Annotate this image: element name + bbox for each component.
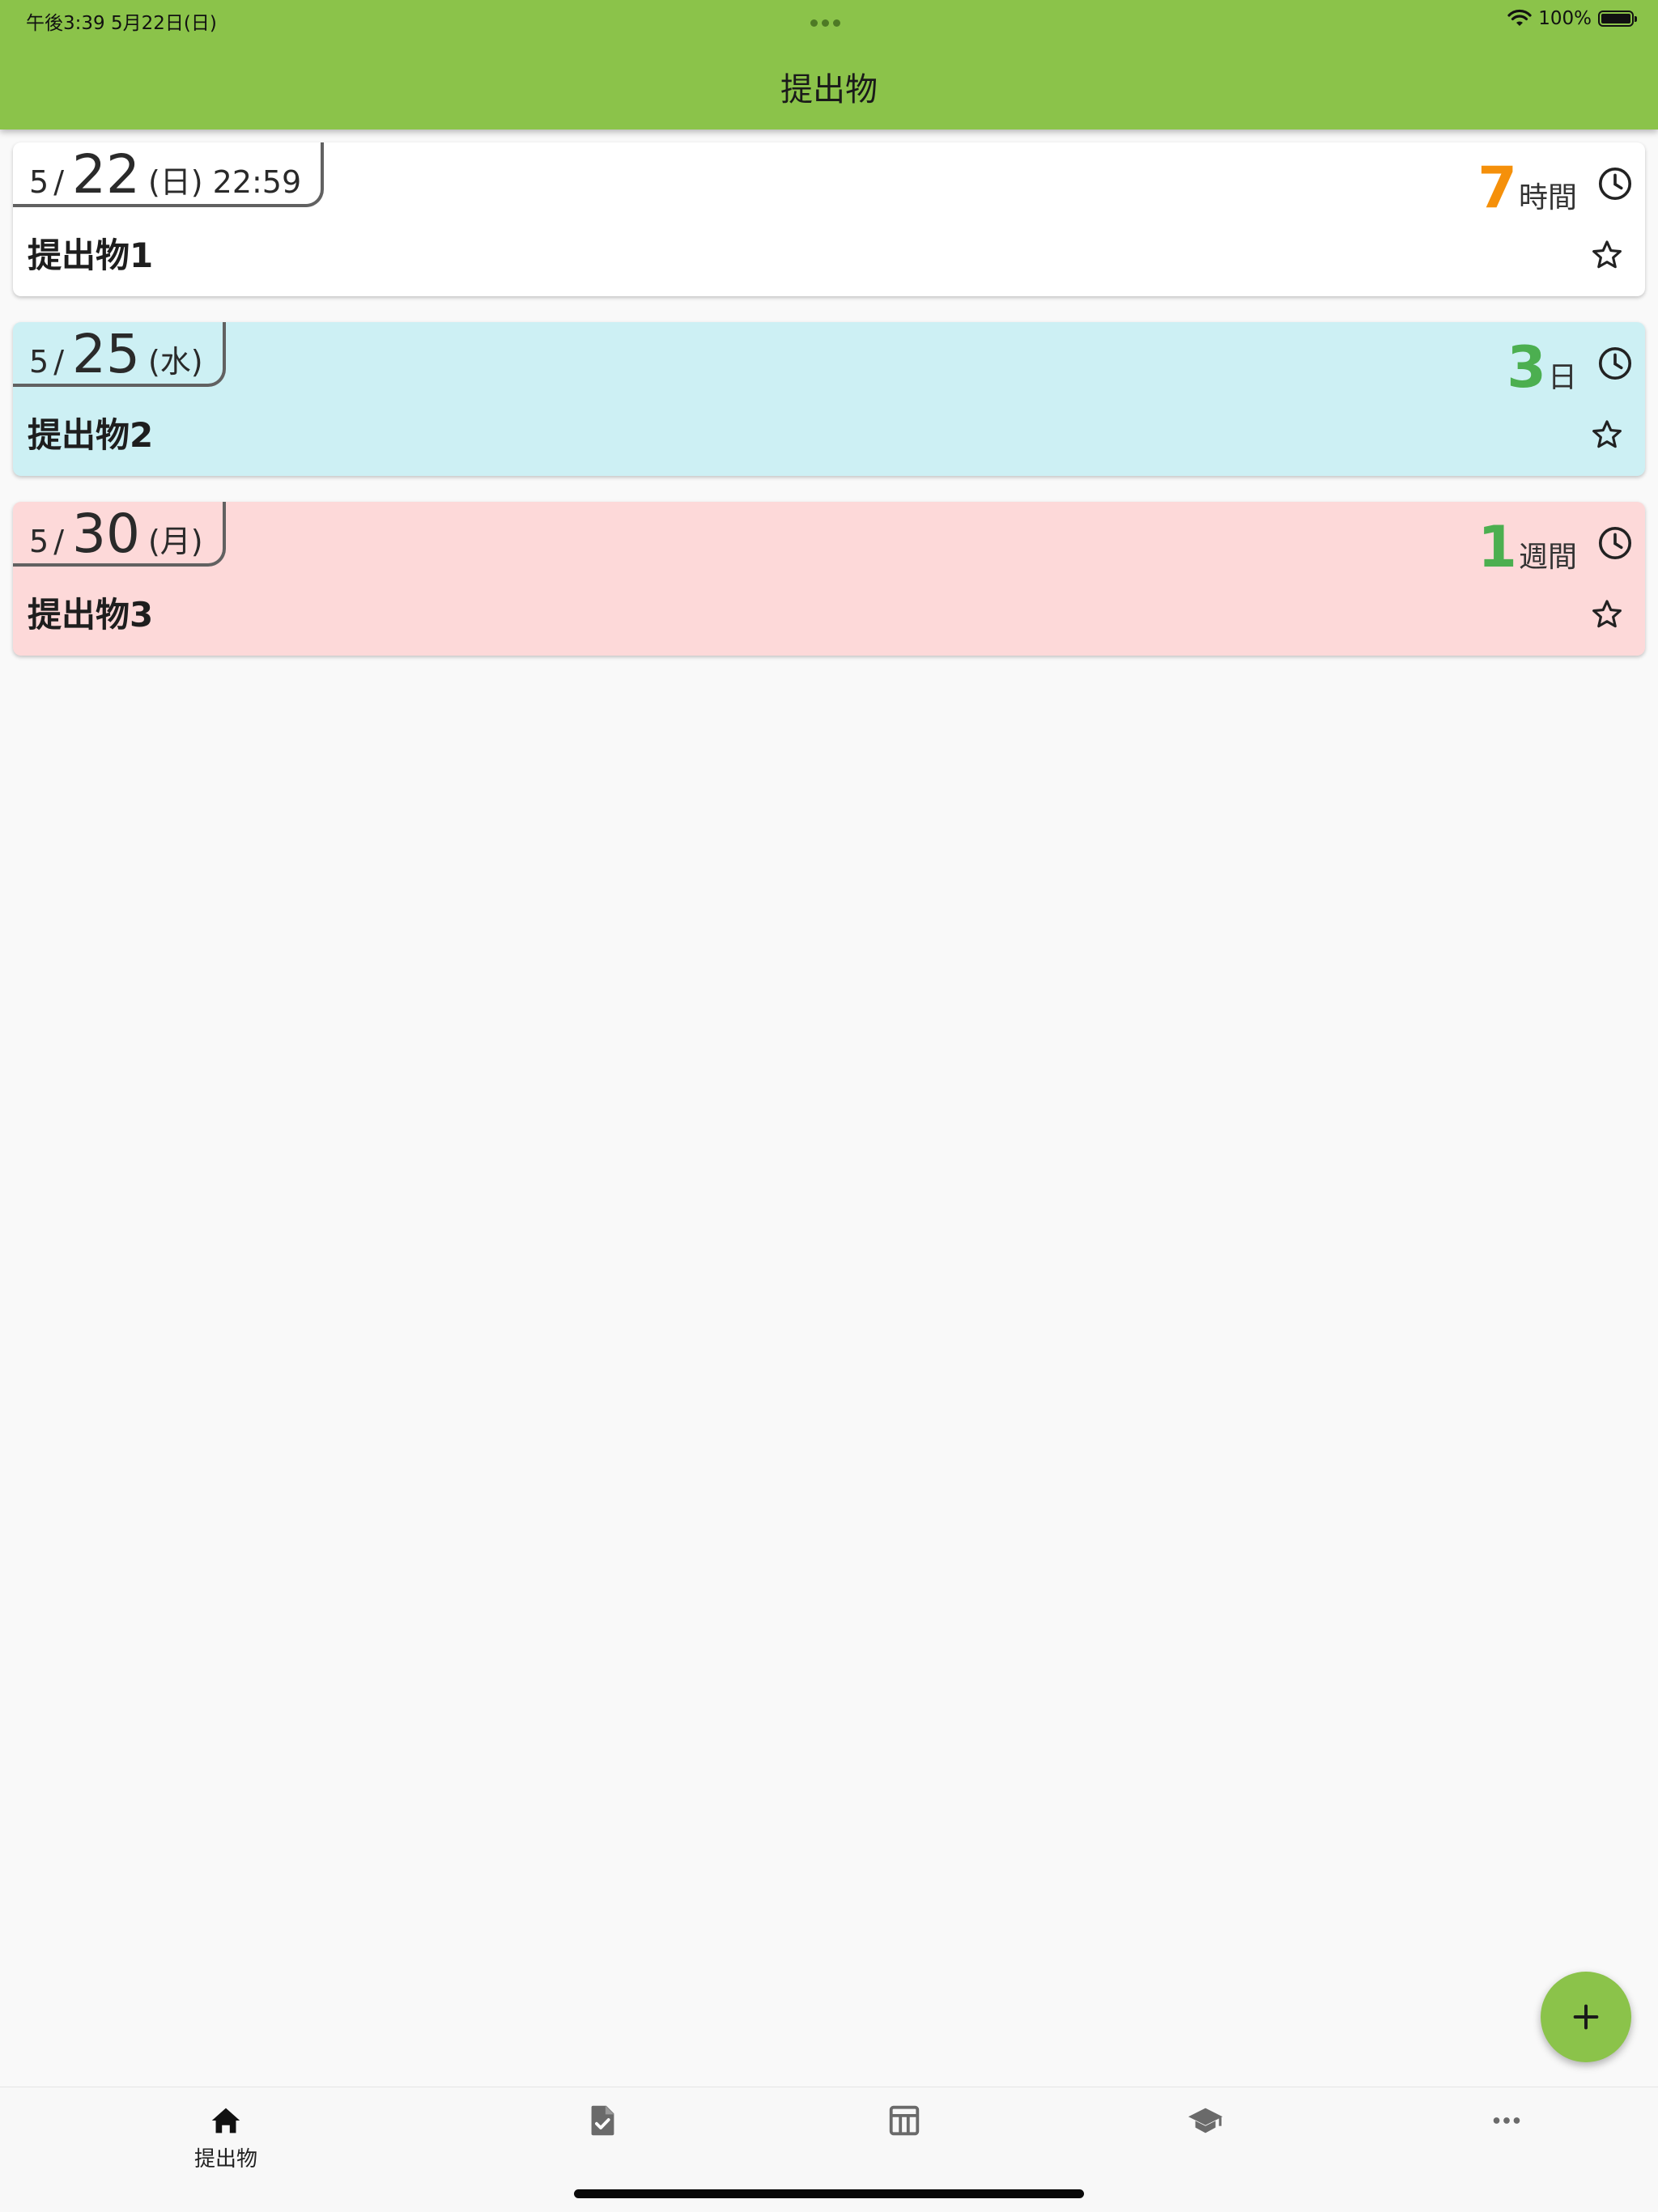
due-time: 22:59 xyxy=(212,164,302,200)
nav-item-more[interactable] xyxy=(1426,2087,1588,2176)
remaining-time: 3 日 xyxy=(1507,337,1577,398)
nav-item-submissions[interactable]: 提出物 xyxy=(145,2087,307,2176)
remaining-unit: 時間 xyxy=(1518,181,1577,214)
home-icon xyxy=(211,2108,240,2133)
remaining-value: 7 xyxy=(1477,155,1517,221)
assignment-done-icon xyxy=(591,2105,614,2136)
remaining-value: 1 xyxy=(1477,514,1517,580)
nav-label-submissions: 提出物 xyxy=(193,2147,257,2172)
school-icon xyxy=(1188,2108,1223,2133)
due-day: 25 xyxy=(72,323,140,385)
add-assignment-button[interactable] xyxy=(1541,1972,1631,2062)
due-day: 22 xyxy=(72,143,140,206)
due-date-tab: 5 / 25 (水) xyxy=(13,322,226,387)
page-title: 提出物 xyxy=(780,71,878,108)
home-indicator[interactable] xyxy=(574,2189,1084,2198)
battery-percent: 100% xyxy=(1538,8,1592,29)
date-separator: / xyxy=(53,344,64,380)
star-outline-icon[interactable] xyxy=(1590,418,1624,452)
assignment-title: 提出物3 xyxy=(28,595,154,635)
date-separator: / xyxy=(53,164,64,200)
due-date-tab: 5 / 30 (月) xyxy=(13,502,226,567)
wifi-icon xyxy=(1507,9,1532,26)
nav-item-completed[interactable] xyxy=(521,2087,683,2176)
due-date-tab: 5 / 22 (日) 22:59 xyxy=(13,142,325,207)
star-outline-icon[interactable] xyxy=(1590,238,1624,272)
timetable-icon xyxy=(889,2105,920,2136)
due-day: 30 xyxy=(72,503,140,565)
clock-icon[interactable] xyxy=(1596,345,1634,382)
clock-icon[interactable] xyxy=(1596,165,1634,202)
due-weekday: (水) xyxy=(147,344,203,380)
plus-icon xyxy=(1573,2004,1599,2030)
status-time-date: 午後3:39 5月22日(日) xyxy=(26,13,217,34)
app-header: 午後3:39 5月22日(日) 100% 提出物 xyxy=(0,0,1658,129)
due-weekday: (月) xyxy=(147,524,203,559)
due-weekday: (日) xyxy=(147,164,203,200)
assignment-title: 提出物1 xyxy=(28,236,154,275)
remaining-time: 7 時間 xyxy=(1477,157,1577,219)
nav-item-courses[interactable] xyxy=(1124,2087,1286,2176)
remaining-unit: 日 xyxy=(1547,361,1577,394)
remaining-value: 3 xyxy=(1507,334,1546,401)
nav-item-timetable[interactable] xyxy=(823,2087,985,2176)
due-month: 5 xyxy=(29,344,49,380)
date-separator: / xyxy=(53,524,64,559)
star-outline-icon[interactable] xyxy=(1590,597,1624,631)
due-month: 5 xyxy=(29,524,49,559)
due-month: 5 xyxy=(29,164,49,200)
clock-icon[interactable] xyxy=(1596,524,1634,562)
battery-icon xyxy=(1598,11,1637,27)
assignment-card[interactable]: 5 / 25 (水) 3 日 提出物2 xyxy=(13,322,1645,476)
assignment-card[interactable]: 5 / 22 (日) 22:59 7 時間 提出物1 xyxy=(13,142,1645,296)
remaining-time: 1 週間 xyxy=(1477,516,1577,578)
multitask-dots-icon[interactable] xyxy=(810,15,848,27)
assignment-card[interactable]: 5 / 30 (月) 1 週間 提出物3 xyxy=(13,502,1645,656)
remaining-unit: 週間 xyxy=(1518,541,1577,574)
status-right: 100% xyxy=(1507,6,1637,31)
more-icon xyxy=(1493,2117,1520,2124)
assignment-title: 提出物2 xyxy=(28,415,154,455)
